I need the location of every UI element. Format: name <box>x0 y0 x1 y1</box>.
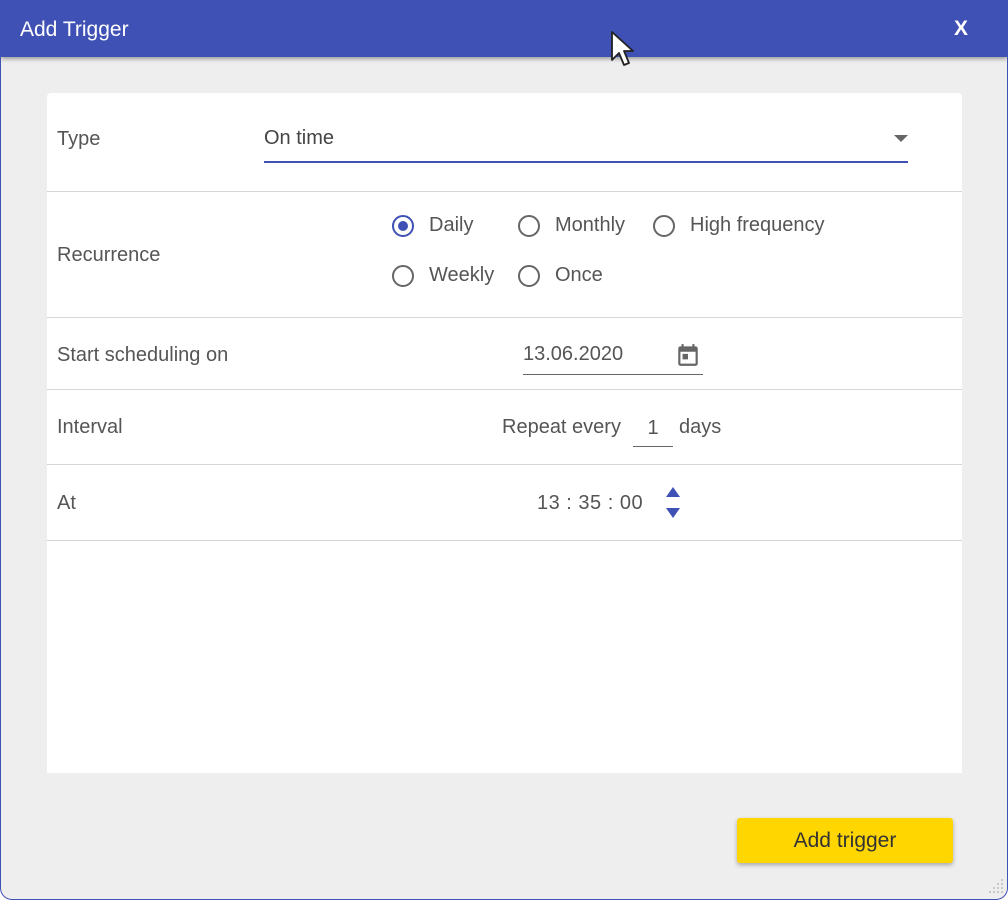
radio-once[interactable]: Once <box>518 263 618 293</box>
type-selected-value: On time <box>264 127 335 149</box>
interval-row: Interval Repeat every days <box>47 390 962 465</box>
add-trigger-button[interactable]: Add trigger <box>737 818 953 863</box>
repeat-every-text: Repeat every <box>502 416 621 438</box>
type-label: Type <box>57 128 101 150</box>
radio-weekly[interactable]: Weekly <box>392 263 507 293</box>
at-row: At 13 : 35 : 00 <box>47 465 962 541</box>
radio-unchecked-icon <box>518 215 540 237</box>
caret-down-icon <box>894 135 908 142</box>
recurrence-row: Recurrence Daily Monthly High frequency … <box>47 192 962 318</box>
start-scheduling-row: Start scheduling on 13.06.2020 <box>47 318 962 390</box>
time-value[interactable]: 13 : 35 : 00 <box>537 492 643 515</box>
interval-unit-text: days <box>679 416 722 438</box>
type-select[interactable]: On time <box>264 121 908 163</box>
start-date-value: 13.06.2020 <box>523 343 624 365</box>
recurrence-label: Recurrence <box>57 244 161 266</box>
interval-label: Interval <box>57 416 123 438</box>
spin-up-icon[interactable] <box>666 487 680 497</box>
mouse-cursor-icon <box>611 31 634 66</box>
dialog-titlebar: Add Trigger X <box>1 1 1007 57</box>
dialog-title: Add Trigger <box>20 18 129 41</box>
radio-checked-icon <box>392 215 414 237</box>
trigger-form-panel: Type On time Recurrence Daily Monthly Hi… <box>47 93 962 773</box>
radio-unchecked-icon <box>392 265 414 287</box>
radio-monthly[interactable]: Monthly <box>518 213 643 243</box>
interval-input[interactable] <box>633 410 673 447</box>
close-button[interactable]: X <box>947 15 975 43</box>
radio-high-frequency[interactable]: High frequency <box>653 213 843 243</box>
radio-high-frequency-label: High frequency <box>690 214 825 236</box>
radio-weekly-label: Weekly <box>429 264 495 286</box>
resize-grip-icon[interactable] <box>985 875 1005 895</box>
spin-down-icon[interactable] <box>666 508 680 518</box>
radio-daily[interactable]: Daily <box>392 213 502 243</box>
start-scheduling-label: Start scheduling on <box>57 344 229 366</box>
radio-unchecked-icon <box>518 265 540 287</box>
at-label: At <box>57 492 76 514</box>
calendar-icon[interactable] <box>675 342 701 368</box>
radio-unchecked-icon <box>653 215 675 237</box>
radio-monthly-label: Monthly <box>555 214 626 236</box>
start-date-field[interactable]: 13.06.2020 <box>523 338 703 375</box>
radio-daily-label: Daily <box>429 214 474 236</box>
type-row: Type On time <box>47 93 962 192</box>
add-trigger-dialog: Add Trigger X Type On time Recurrence Da… <box>0 0 1008 900</box>
radio-once-label: Once <box>555 264 603 286</box>
